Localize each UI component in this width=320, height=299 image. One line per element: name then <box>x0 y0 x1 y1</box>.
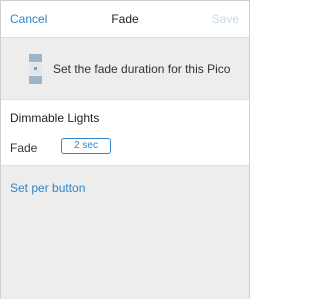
info-banner: Set the fade duration for this Pico <box>1 37 249 99</box>
pico-dot <box>34 67 37 70</box>
save-button[interactable]: Save <box>212 12 239 26</box>
set-per-button-link[interactable]: Set per button <box>10 181 85 195</box>
fade-duration-selector[interactable]: 2 sec <box>61 138 111 154</box>
pico-remote-icon <box>29 54 42 84</box>
fade-label: Fade <box>10 141 38 155</box>
lower-panel: Set per button <box>1 166 249 299</box>
pico-bottom-button <box>29 76 42 84</box>
info-text: Set the fade duration for this Pico <box>53 62 231 76</box>
pico-top-button <box>29 54 42 62</box>
nav-bar: Cancel Fade Save <box>1 1 249 37</box>
fade-settings-screen: Cancel Fade Save Set the fade duration f… <box>0 0 250 299</box>
dimmable-lights-heading: Dimmable Lights <box>10 111 100 125</box>
dimmable-lights-card: Dimmable Lights Fade 2 sec <box>1 99 249 166</box>
